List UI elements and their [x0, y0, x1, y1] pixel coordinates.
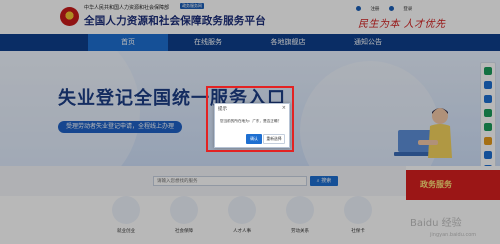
annotation-highlight-box: [206, 86, 294, 152]
baidu-jingyan-watermark: Baidu 经验: [410, 218, 462, 229]
watermark-url: jingyan.baidu.com: [430, 232, 477, 238]
